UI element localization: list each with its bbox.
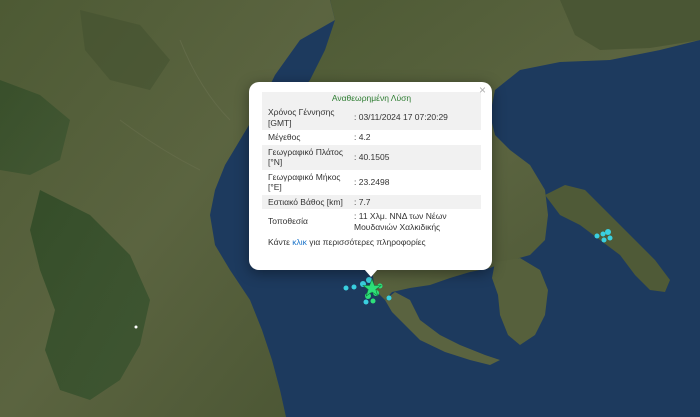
detail-label: Μέγεθος (262, 130, 352, 145)
popup-footer: Κάντε κλικ για περισσότερες πληροφορίες (262, 234, 481, 247)
popup-pointer (364, 269, 378, 277)
detail-row: Μέγεθος: 4.2 (262, 130, 481, 145)
more-info-link[interactable]: κλικ (292, 237, 307, 247)
footer-suffix: για περισσότερες πληροφορίες (306, 237, 426, 247)
detail-value: : 23.2498 (352, 169, 481, 195)
event-marker[interactable] (605, 229, 611, 235)
details-table: Χρόνος Γέννησης [GMT]: 03/11/2024 17 07:… (262, 105, 481, 234)
detail-label: Τοποθεσία (262, 209, 352, 234)
event-marker[interactable] (600, 231, 606, 237)
event-marker[interactable] (594, 233, 600, 239)
close-icon[interactable]: × (479, 84, 486, 96)
event-marker[interactable] (343, 285, 349, 291)
event-marker[interactable] (607, 235, 613, 241)
earthquake-info-popup: × Αναθεωρημένη Λύση Χρόνος Γέννησης [GMT… (249, 82, 492, 270)
detail-value: : 03/11/2024 17 07:20:29 (352, 105, 481, 130)
event-marker[interactable] (351, 284, 357, 290)
detail-row: Γεωγραφικό Πλάτος [°N]: 40.1505 (262, 144, 481, 170)
detail-label: Γεωγραφικό Πλάτος [°N] (262, 144, 352, 170)
detail-value: : 11 Χλμ. ΝΝΔ των Νέων Μουδανιών Χαλκιδι… (352, 209, 481, 234)
popup-title: Αναθεωρημένη Λύση (262, 92, 481, 105)
event-marker[interactable] (386, 295, 392, 301)
detail-value: : 4.2 (352, 130, 481, 145)
detail-row: Χρόνος Γέννησης [GMT]: 03/11/2024 17 07:… (262, 105, 481, 130)
detail-row: Γεωγραφικό Μήκος [°E]: 23.2498 (262, 169, 481, 195)
event-marker[interactable] (370, 298, 376, 304)
detail-label: Χρόνος Γέννησης [GMT] (262, 105, 352, 130)
detail-value: : 7.7 (352, 194, 481, 209)
detail-row: Τοποθεσία: 11 Χλμ. ΝΝΔ των Νέων Μουδανιώ… (262, 209, 481, 234)
detail-label: Εστιακό Βάθος [km] (262, 194, 352, 209)
location-dot (134, 325, 138, 329)
event-marker[interactable] (601, 237, 607, 243)
detail-label: Γεωγραφικό Μήκος [°E] (262, 169, 352, 195)
footer-prefix: Κάντε (268, 237, 293, 247)
detail-row: Εστιακό Βάθος [km]: 7.7 (262, 194, 481, 209)
detail-value: : 40.1505 (352, 144, 481, 170)
event-marker[interactable] (363, 299, 369, 305)
